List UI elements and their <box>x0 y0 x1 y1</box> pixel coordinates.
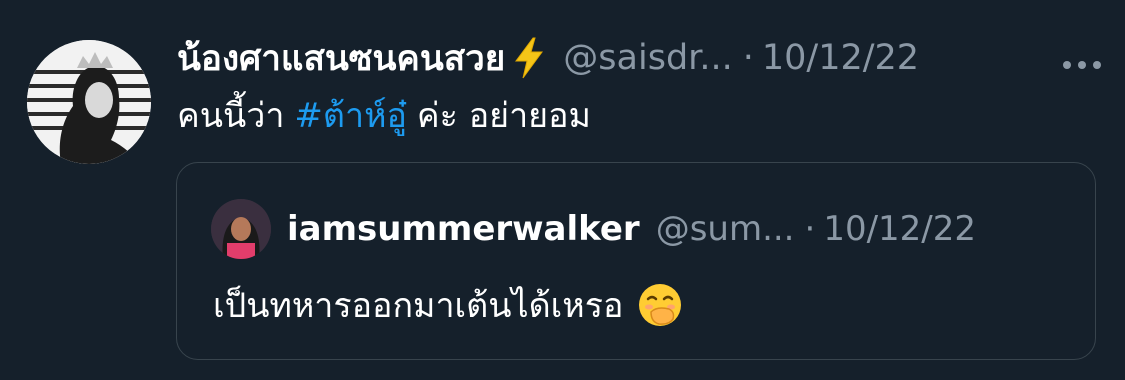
quoted-separator-dot: · <box>804 209 816 249</box>
tweet-header: น้องศาแสนซนคนสวย @saisdr... · 10/12/22 <box>177 30 919 86</box>
tweet-text-before: คนนี้ว่า <box>177 96 285 136</box>
user-handle[interactable]: @saisdr... <box>563 38 732 78</box>
quoted-tweet-header: iamsummerwalker @sum... · 10/12/22 <box>287 203 976 255</box>
tweet-date[interactable]: 10/12/22 <box>762 38 919 78</box>
quoted-user-handle[interactable]: @sum... <box>656 209 795 249</box>
quoted-tweet-text: เป็นทหารออกมาเต้นได้เหรอ <box>213 286 624 326</box>
avatar[interactable] <box>27 40 151 164</box>
quoted-tweet-text-row: เป็นทหารออกมาเต้นได้เหรอ <box>213 277 683 333</box>
separator-dot: · <box>742 38 754 78</box>
quoted-display-name[interactable]: iamsummerwalker <box>287 209 640 249</box>
display-name[interactable]: น้องศาแสนซนคนสวย <box>177 31 505 86</box>
tweet-text: คนนี้ว่า #ต้าห์อู๋ ค่ะ อย่ายอม <box>177 90 591 140</box>
hashtag-link[interactable]: #ต้าห์อู๋ <box>294 88 407 142</box>
tweet-text-after: ค่ะ อย่ายอม <box>416 96 591 136</box>
face-with-hand-over-mouth-icon <box>637 282 683 328</box>
quoted-tweet-date[interactable]: 10/12/22 <box>823 209 976 249</box>
lightning-bolt-icon <box>513 37 545 79</box>
quoted-avatar[interactable] <box>211 199 271 259</box>
tweet[interactable]: น้องศาแสนซนคนสวย @saisdr... · 10/12/22 ค… <box>0 0 1125 380</box>
quoted-tweet-card[interactable]: iamsummerwalker @sum... · 10/12/22 เป็นท… <box>176 162 1096 360</box>
more-options-icon[interactable] <box>1062 55 1102 69</box>
